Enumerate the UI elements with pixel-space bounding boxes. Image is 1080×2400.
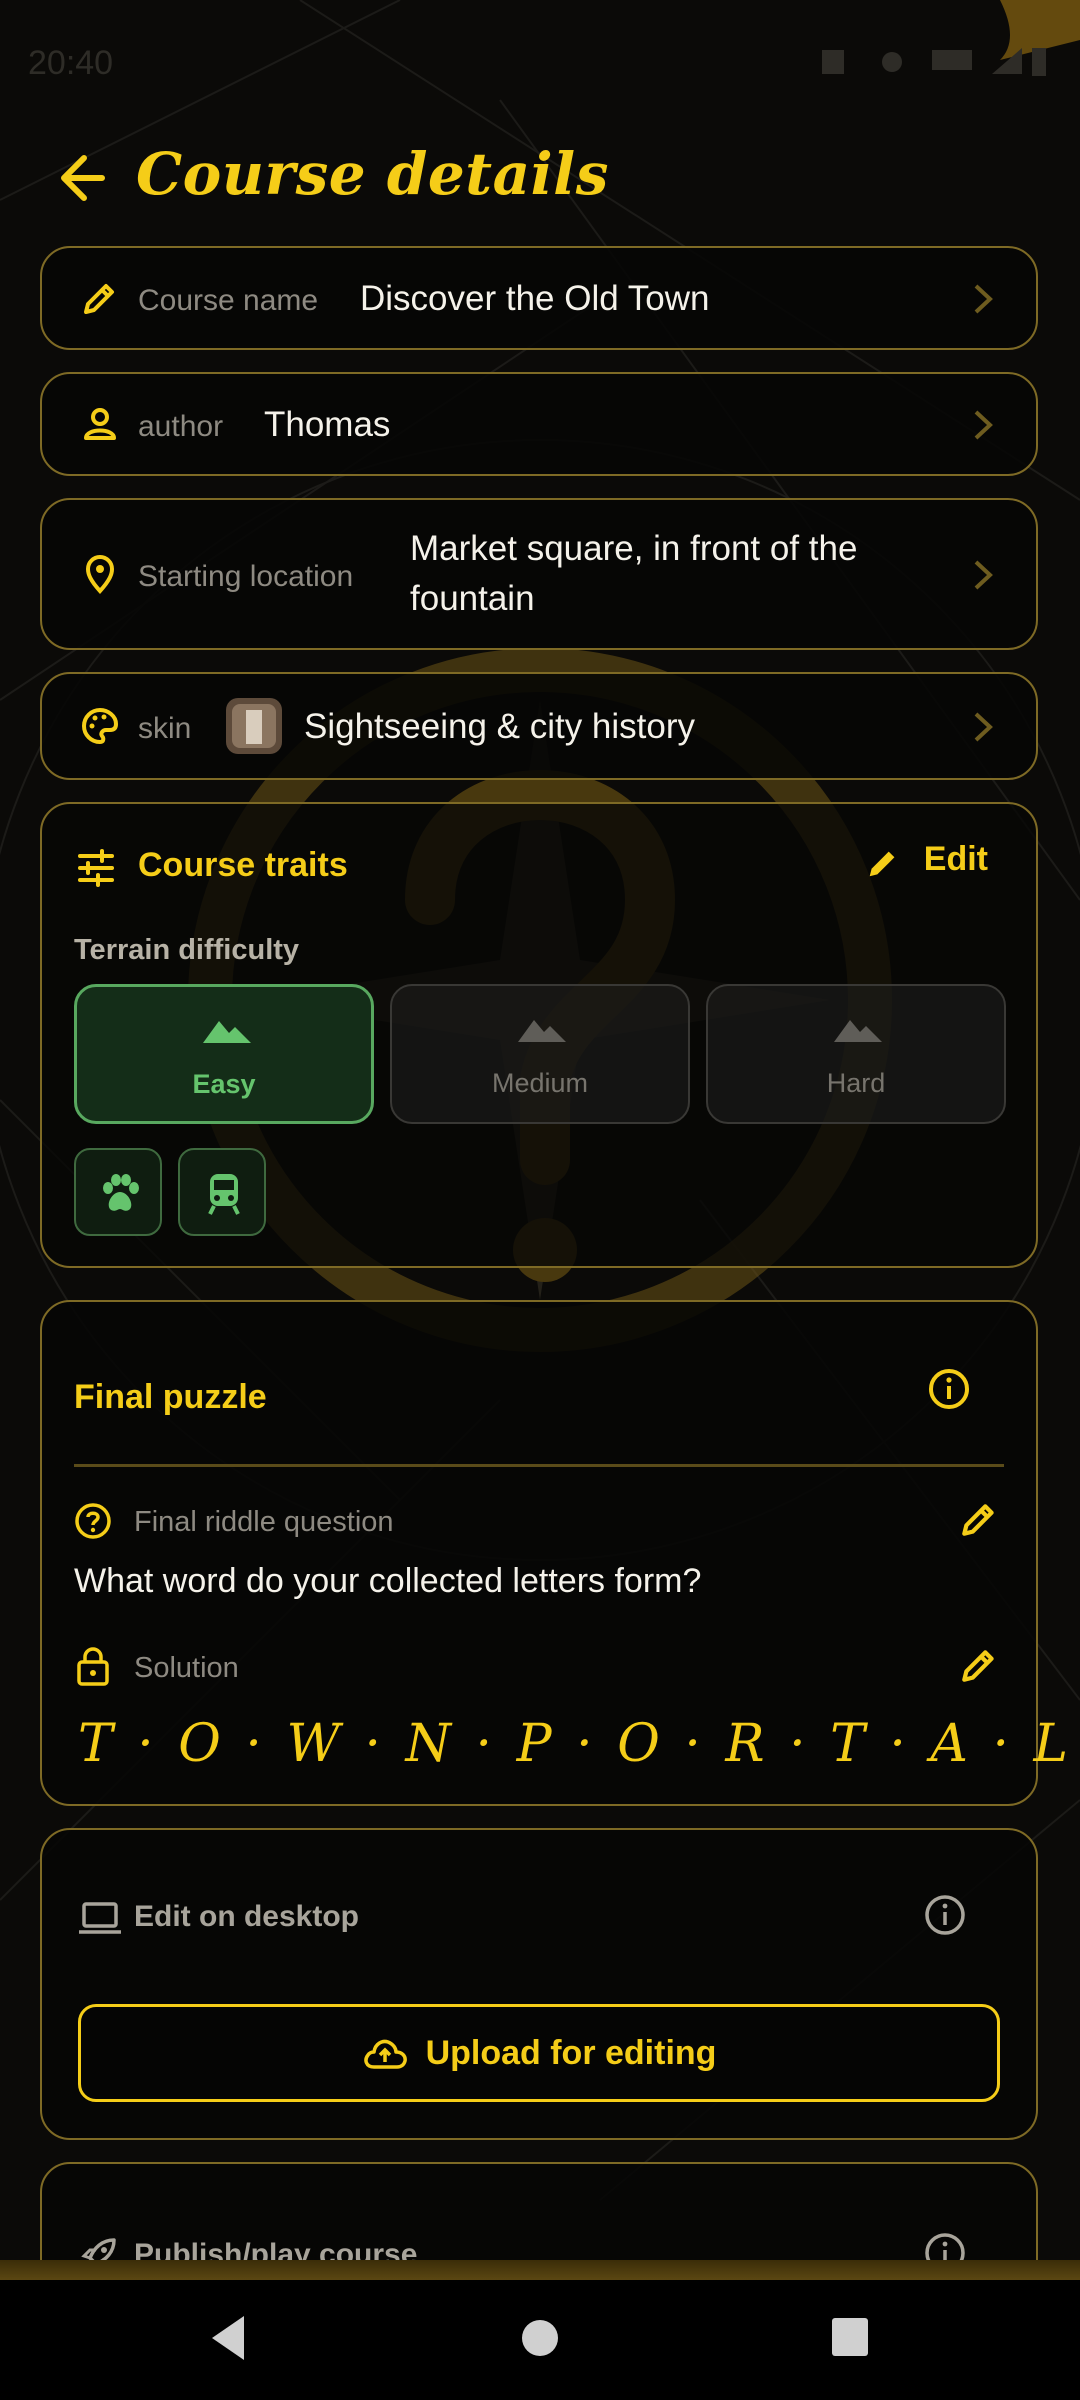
page-title: Course details	[136, 140, 609, 208]
starting-location-value-line1: Market square, in front of the	[410, 529, 858, 568]
chevron-right-icon	[974, 560, 993, 590]
difficulty-medium-option[interactable]: Medium	[390, 984, 690, 1124]
starting-location-label: Starting location	[138, 560, 354, 593]
pencil-icon	[84, 284, 114, 314]
mountain-icon	[518, 1020, 566, 1042]
final-puzzle-card: Final puzzle Final riddle question What …	[40, 1300, 1068, 1806]
palette-icon	[82, 707, 119, 745]
edit-traits-label: Edit	[923, 840, 988, 878]
chevron-right-icon	[974, 712, 993, 742]
status-time: 20:40	[28, 44, 114, 82]
train-icon	[208, 1174, 240, 1215]
edit-on-desktop-title: Edit on desktop	[134, 1900, 359, 1933]
edit-question-pencil-icon[interactable]	[958, 1498, 1000, 1540]
arrow-left-icon[interactable]	[44, 146, 108, 210]
terrain-difficulty-label: Terrain difficulty	[74, 934, 300, 966]
gold-strip	[0, 2260, 1080, 2280]
skin-label: skin	[138, 712, 192, 745]
info-icon[interactable]	[924, 1894, 966, 1936]
riddle-question-label: Final riddle question	[134, 1506, 394, 1538]
solution-text: T · O · W · N · P · O · R · T · A · L	[78, 1714, 1073, 1774]
info-icon[interactable]	[928, 1368, 970, 1410]
location-pin-icon	[85, 555, 115, 594]
course-traits-card: Course traits Edit Terrain difficulty Ea…	[40, 802, 1038, 1268]
skin-value: Sightseeing & city history	[304, 707, 696, 746]
nav-recents-icon[interactable]	[822, 2310, 878, 2366]
course-traits-title: Course traits	[138, 846, 348, 884]
final-puzzle-title: Final puzzle	[74, 1378, 267, 1416]
divider	[74, 1464, 1004, 1467]
skin-thumbnail	[226, 698, 282, 754]
tune-icon	[78, 849, 114, 887]
pet-friendly-chip[interactable]	[74, 1148, 162, 1236]
mountain-icon	[834, 1020, 882, 1042]
riddle-question-text: What word do your collected letters form…	[74, 1562, 702, 1600]
paw-icon	[103, 1174, 139, 1211]
nav-back-icon[interactable]	[204, 2310, 254, 2366]
difficulty-hard-option[interactable]: Hard	[706, 984, 1006, 1124]
author-row[interactable]: author Thomas	[40, 372, 1038, 476]
edit-solution-pencil-icon[interactable]	[958, 1644, 1000, 1686]
system-navigation-bar	[0, 2260, 1080, 2400]
solution-label: Solution	[134, 1652, 239, 1684]
chevron-right-icon	[974, 410, 993, 440]
starting-location-row[interactable]: Starting location Market square, in fron…	[40, 498, 1038, 650]
cloud-upload-icon	[363, 2039, 407, 2069]
starting-location-value-line2: fountain	[410, 579, 535, 618]
difficulty-easy-option[interactable]: Easy	[74, 984, 374, 1124]
status-icons	[822, 48, 1046, 76]
laptop-icon	[79, 1902, 121, 1934]
course-name-row[interactable]: Course name Discover the Old Town	[40, 246, 1038, 350]
lock-icon	[77, 1647, 109, 1686]
edit-traits-button[interactable]: Edit	[869, 840, 988, 890]
public-transport-chip[interactable]	[178, 1148, 266, 1236]
course-name-value: Discover the Old Town	[360, 279, 710, 318]
question-circle-icon	[75, 1503, 111, 1539]
author-label: author	[138, 410, 224, 443]
author-value: Thomas	[264, 405, 391, 444]
course-name-label: Course name	[138, 284, 319, 317]
skin-row[interactable]: skin Sightseeing & city history	[40, 672, 1038, 780]
upload-for-editing-button[interactable]: Upload for editing	[78, 2004, 1000, 2102]
difficulty-easy-label: Easy	[192, 1069, 256, 1099]
difficulty-medium-label: Medium	[491, 1068, 589, 1098]
chevron-right-icon	[974, 284, 993, 314]
pencil-icon	[869, 851, 895, 877]
status-bar: 20:40	[0, 0, 1080, 120]
mountain-icon	[203, 1021, 251, 1043]
person-icon	[84, 408, 116, 440]
difficulty-hard-label: Hard	[826, 1068, 886, 1098]
edit-on-desktop-card: Edit on desktop Upload for editing	[40, 1828, 1038, 2140]
upload-for-editing-label: Upload for editing	[425, 2033, 717, 2072]
nav-home-icon[interactable]	[510, 2310, 570, 2370]
app-header: Course details	[0, 140, 1080, 220]
